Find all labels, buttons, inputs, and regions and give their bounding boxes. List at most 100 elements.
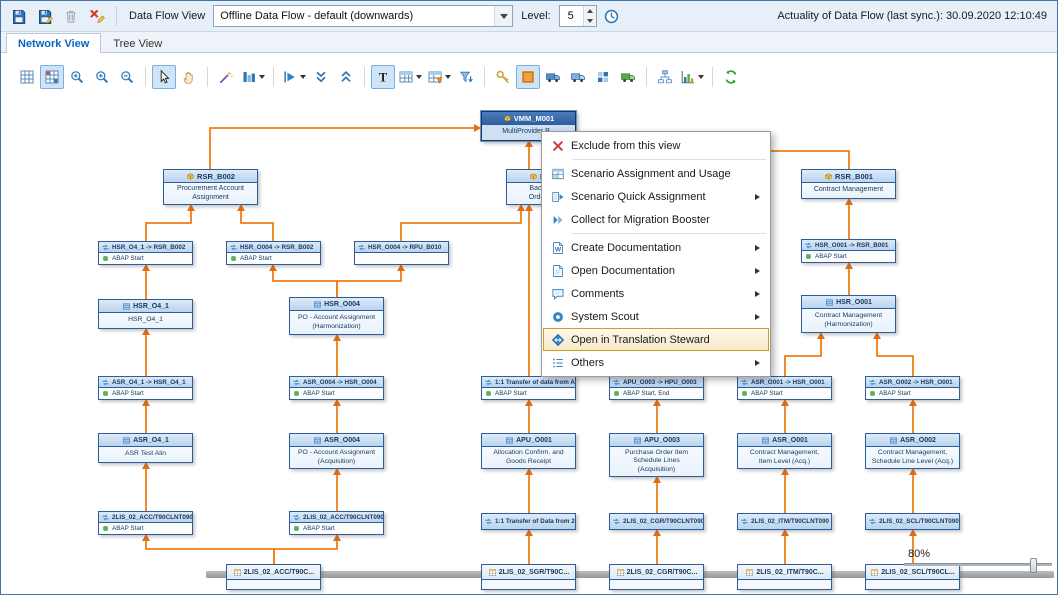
auto-layout-button[interactable] [214, 65, 238, 89]
node-2lis-02-cgr-t90c[interactable]: 2LIS_02_CGR/T90C... [609, 564, 704, 590]
node-2lis-02-itm-t90clnt090[interactable]: 2LIS_02_ITM/T90CLNT090 -... [737, 513, 832, 530]
zoom-original-button[interactable] [90, 65, 114, 89]
datasource-icon [233, 568, 242, 577]
node-asr-o002-hsr-o001[interactable]: ASR_O002 -> HSR_O001ABAP Start [865, 376, 960, 400]
node-asr-o004-hsr-o004[interactable]: ASR_O004 -> HSR_O004ABAP Start [289, 376, 384, 400]
node-asr-o004[interactable]: ASR_O004PO - Account Assignment(Acquisit… [289, 433, 384, 469]
menu-item-exclude-from-this-view[interactable]: Exclude from this view [543, 134, 769, 157]
zoom-out-button[interactable] [115, 65, 139, 89]
overview-grid-button[interactable] [15, 65, 39, 89]
spin-up-icon[interactable] [584, 6, 596, 16]
datastore-icon [825, 298, 834, 307]
node-body [866, 580, 959, 589]
node-asr-o001-hsr-o001[interactable]: ASR_O001 -> HSR_O001ABAP Start [737, 376, 832, 400]
node-body [482, 580, 575, 589]
save-button[interactable] [7, 4, 31, 28]
node-body: ABAP Start [290, 523, 383, 534]
node-2lis-02-acc-t90clnt090[interactable]: 2LIS_02_ACC/T90CLNT090 -...ABAP Start [98, 511, 193, 535]
layout-options-button[interactable] [239, 65, 267, 89]
transformation-icon [740, 517, 749, 526]
node-1-1-transfer-of-data-from-apu[interactable]: 1:1 Transfer of data from APU...ABAP Sta… [481, 376, 576, 400]
node-2lis-02-acc-t90c[interactable]: 2LIS_02_ACC/T90C... [226, 564, 321, 590]
node-title: ASR_O002 -> HSR_O001 [879, 379, 953, 386]
node-body [227, 580, 320, 589]
node-title: VMM_M001 [514, 114, 554, 123]
chev-down-icon [313, 69, 329, 85]
menu-item-open-documentation[interactable]: Open Documentation [543, 259, 769, 282]
refresh-button[interactable] [719, 65, 743, 89]
node-body: ASR Test Alin [99, 447, 192, 462]
menu-item-open-in-translation-steward[interactable]: Open in Translation Steward [543, 328, 769, 351]
node-2lis-02-cgr-t90clnt090[interactable]: 2LIS_02_CGR/T90CLNT090 -... [609, 513, 704, 530]
transport-green-button[interactable] [616, 65, 640, 89]
expand-all-button[interactable] [334, 65, 358, 89]
node-description-line: Procurement Account [177, 185, 244, 193]
node-title: HSR_O004 [324, 301, 360, 308]
submenu-arrow-icon [755, 268, 760, 274]
transport-collect-button[interactable] [566, 65, 590, 89]
text-labels-button[interactable]: T [371, 65, 395, 89]
node-asr-o001[interactable]: ASR_O001Contract Management,Item Level (… [737, 433, 832, 469]
chevron-down-icon [259, 75, 265, 79]
menu-item-others[interactable]: Others [543, 351, 769, 374]
spin-down-icon[interactable] [584, 16, 596, 26]
node-hsr-o4-1[interactable]: HSR_O4_1HSR_O4_1 [98, 299, 193, 329]
network-grid-button[interactable] [40, 65, 64, 89]
filter-button[interactable] [454, 65, 478, 89]
node-hsr-o004-rsr-b002[interactable]: HSR_O004 -> RSR_B002ABAP Start [226, 241, 321, 265]
table-filter-button[interactable] [425, 65, 453, 89]
node-hsr-o004-rpu-b010[interactable]: HSR_O004 -> RPU_B010 [354, 241, 449, 265]
node-apu-o003[interactable]: APU_O003Purchase Order ItemSchedule Line… [609, 433, 704, 477]
node-asr-o4-1-hsr-o4-1[interactable]: ASR_O4_1 -> HSR_O4_1ABAP Start [98, 376, 193, 400]
menu-item-scenario-assignment-and-usage[interactable]: Scenario Assignment and Usage [543, 162, 769, 185]
chevron-down-icon[interactable] [494, 6, 512, 26]
node-description-line: PO - Account Assignment [298, 449, 375, 457]
discard-button[interactable] [85, 4, 109, 28]
mini-grid-button[interactable] [591, 65, 615, 89]
select-tool-button[interactable] [152, 65, 176, 89]
chev-up-icon [338, 69, 354, 85]
collapse-all-button[interactable] [309, 65, 333, 89]
schedule-button[interactable] [600, 4, 624, 28]
node-2lis-02-acc-t90clnt090[interactable]: 2LIS_02_ACC/T90CLNT090 -...ABAP Start [289, 511, 384, 535]
zoom-slider[interactable] [904, 563, 1052, 566]
menu-item-create-documentation[interactable]: WCreate Documentation [543, 236, 769, 259]
data-flow-select[interactable]: Offline Data Flow - default (downwards) [213, 5, 513, 27]
menu-item-comments[interactable]: Comments [543, 282, 769, 305]
tab-network-view[interactable]: Network View [6, 33, 101, 53]
tab-tree-view[interactable]: Tree View [101, 33, 174, 53]
menu-item-collect-for-migration-booster[interactable]: Collect for Migration Booster [543, 208, 769, 231]
node-asr-o002[interactable]: ASR_O002Contract Management,Schedule Lin… [865, 433, 960, 469]
node-description-line: Allocation Confirm. and [493, 449, 563, 457]
go-to-source-button[interactable] [280, 65, 308, 89]
node-asr-o4-1[interactable]: ASR_O4_1ASR Test Alin [98, 433, 193, 463]
zoom-in-button[interactable] [65, 65, 89, 89]
chart-button[interactable] [678, 65, 706, 89]
node-hsr-o001[interactable]: HSR_O001Contract Management(Harmonizatio… [801, 295, 896, 333]
node-hsr-o001-rsr-b001[interactable]: HSR_O001 -> RSR_B001ABAP Start [801, 239, 896, 263]
pan-tool-button[interactable] [177, 65, 201, 89]
node-apu-o001[interactable]: APU_O001Allocation Confirm. andGoods Rec… [481, 433, 576, 469]
node-rsr-b001[interactable]: RSR_B001Contract Management [801, 169, 896, 199]
menu-item-system-scout[interactable]: System Scout [543, 305, 769, 328]
save-as-button[interactable] [33, 4, 57, 28]
highlight-button[interactable] [516, 65, 540, 89]
node-2lis-02-scl-t90clnt090[interactable]: 2LIS_02_SCL/T90CLNT090 -... [865, 513, 960, 530]
hierarchy-button[interactable] [653, 65, 677, 89]
node-2lis-02-itm-t90c[interactable]: 2LIS_02_ITM/T90C... [737, 564, 832, 590]
key-button[interactable] [491, 65, 515, 89]
node-1-1-transfer-of-data-from-2lis[interactable]: 1:1 Transfer of Data from 2LIS... [481, 513, 576, 530]
node-apu-o003-hpu-o003[interactable]: APU_O003 -> HPU_O003ABAP Start, End [609, 376, 704, 400]
node-title: 2LIS_02_ACC/T90C... [244, 569, 314, 576]
menu-item-scenario-quick-assignment[interactable]: Scenario Quick Assignment [543, 185, 769, 208]
node-hsr-o4-1-rsr-b002[interactable]: HSR_O4_1 -> RSR_B002ABAP Start [98, 241, 193, 265]
level-spinner[interactable]: 5 [559, 5, 597, 27]
zoom-slider-handle[interactable] [1030, 558, 1037, 573]
table-view-button[interactable] [396, 65, 424, 89]
node-2lis-02-sgr-t90c[interactable]: 2LIS_02_SGR/T90C... [481, 564, 576, 590]
key-icon [495, 69, 511, 85]
node-rsr-b002[interactable]: RSR_B002Procurement AccountAssignment [163, 169, 258, 205]
transport-button[interactable] [541, 65, 565, 89]
node-description-line: Contract Management [814, 186, 883, 194]
node-hsr-o004[interactable]: HSR_O004PO - Account Assignment(Harmoniz… [289, 297, 384, 335]
